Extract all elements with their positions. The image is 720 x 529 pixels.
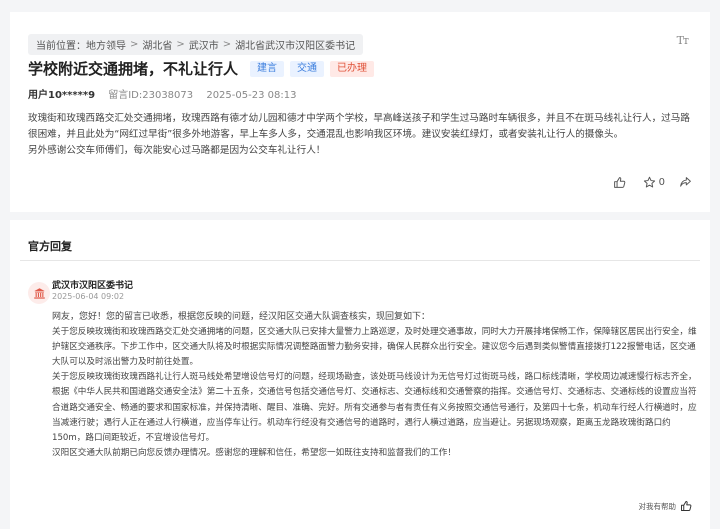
breadcrumb: 当前位置： 地方领导 > 湖北省 > 武汉市 > 湖北省武汉市汉阳区委书记 [28, 34, 364, 55]
page-title: 学校附近交通拥堵，不礼让行人 [28, 60, 239, 78]
tag-traffic: 交通 [290, 60, 325, 77]
breadcrumb-separator: > [222, 39, 232, 50]
breadcrumb-label: 当前位置： [36, 41, 86, 52]
reply-greeting: 网友，您好！您的留言已收悉，根据您反映的问题，经汉阳区交通大队调查核实，现回复如… [52, 312, 431, 322]
post-paragraph: 玫瑰街和玫瑰西路交汇处交通拥堵，玫瑰西路有德才幼儿园和德才中学两个学校，早高峰送… [28, 113, 690, 140]
breadcrumb-item-leaders[interactable]: 地方领导 [86, 37, 126, 52]
thumbs-up-icon [613, 177, 625, 188]
helpful-label: 对我有帮助 [638, 501, 677, 511]
share-button[interactable] [679, 176, 692, 189]
helpful-button[interactable]: 对我有帮助 [639, 500, 693, 512]
breadcrumb-item-official[interactable]: 湖北省武汉市汉阳区委书记 [235, 37, 355, 52]
title-row: 学校附近交通拥堵，不礼让行人 建言 交通 已办理 [28, 58, 380, 79]
reply-time: 2025-06-04 09:02 [52, 292, 125, 301]
thumbs-up-icon [681, 501, 692, 511]
reply-paragraph: 汉阳区交通大队前期已向您反馈办理情况。感谢您的理解和信任，希望您一如既往支持和监… [52, 447, 456, 458]
post-paragraph: 另外感谢公交车师傅们，每次能安心过马路都是因为公交车礼让行人！ [28, 145, 326, 156]
reply-body: 网友，您好！您的留言已收悉，根据您反映的问题，经汉阳区交通大队调查核实，现回复如… [52, 310, 697, 461]
petition-card: 当前位置： 地方领导 > 湖北省 > 武汉市 > 湖北省武汉市汉阳区委书记 Tт… [10, 12, 710, 212]
post-actions: 0 [613, 176, 692, 189]
breadcrumb-separator: > [176, 39, 185, 50]
breadcrumb-item-city[interactable]: 武汉市 [189, 37, 219, 52]
post-date: 2025-05-23 08:13 [206, 90, 297, 101]
divider [20, 260, 700, 261]
share-icon [680, 177, 691, 187]
status-badge: 已办理 [330, 60, 375, 77]
tag-suggestion: 建言 [250, 60, 285, 77]
post-message-id: 留言ID:23038073 [108, 90, 194, 101]
post-meta: 用户10*****9 留言ID:23038073 2025-05-23 08:1… [28, 86, 306, 101]
government-building-icon [33, 287, 45, 299]
post-user: 用户10*****9 [28, 90, 96, 101]
like-button[interactable] [613, 176, 629, 189]
official-reply-card: 官方回复 武汉市汉阳区委书记 2025-06-04 09:02 网友，您好！您的… [10, 220, 710, 529]
star-icon [643, 176, 655, 188]
breadcrumb-item-province[interactable]: 湖北省 [142, 37, 172, 52]
star-count: 0 [658, 177, 665, 188]
avatar [28, 282, 50, 304]
reply-org-name: 武汉市汉阳区委书记 [52, 281, 134, 291]
reply-paragraph: 关于您反映玫瑰街和玫瑰西路交汇处交通拥堵的问题，区交通大队已安排大量警力上路巡逻… [52, 327, 697, 368]
reply-paragraph: 关于您反映玫瑰街玫瑰西路礼让行人斑马线处希望增设信号灯的问题，经现场勘查，该处斑… [52, 372, 697, 443]
font-size-toggle-icon[interactable]: Tт [677, 34, 689, 47]
breadcrumb-separator: > [130, 39, 139, 50]
post-content: 玫瑰街和玫瑰西路交汇处交通拥堵，玫瑰西路有德才幼儿园和德才中学两个学校，早高峰送… [28, 111, 696, 159]
favorite-button[interactable]: 0 [643, 176, 665, 189]
reply-heading: 官方回复 [28, 240, 72, 253]
